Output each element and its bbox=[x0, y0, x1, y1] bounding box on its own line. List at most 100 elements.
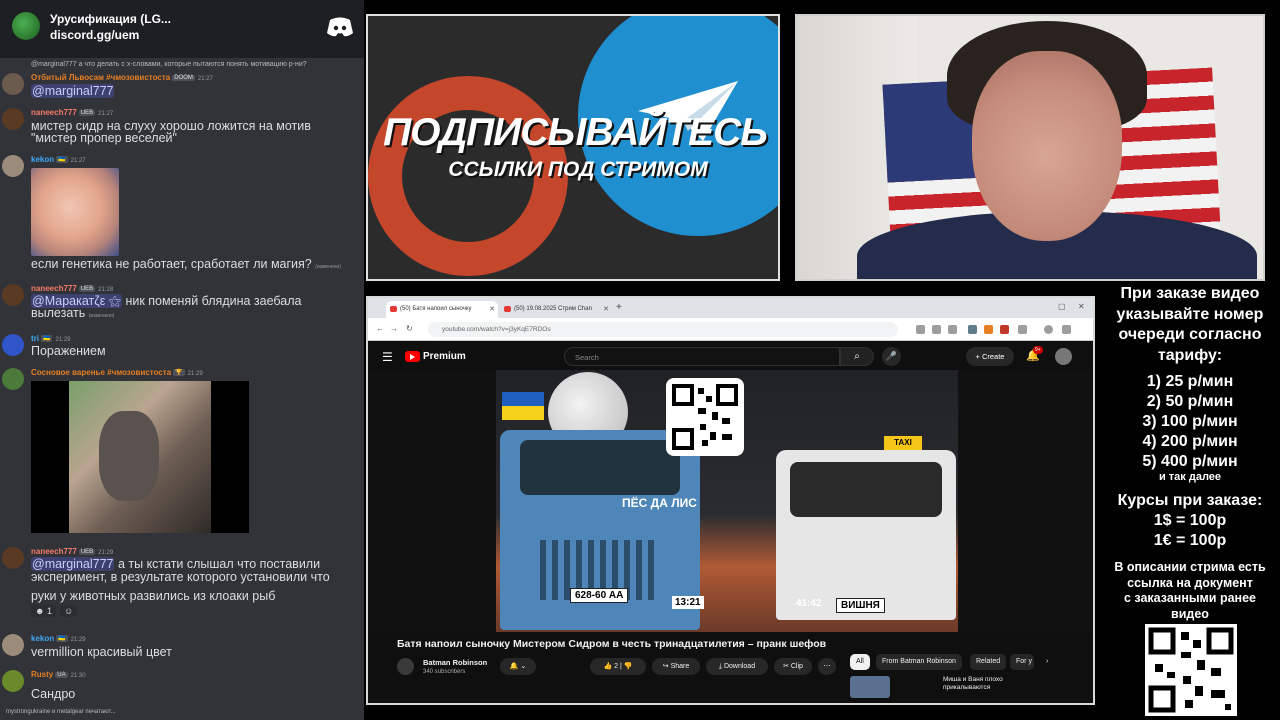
course-rate: 1€ = 100р bbox=[1153, 532, 1227, 549]
username[interactable]: Сосновое варенье #чмозовистоста bbox=[31, 368, 171, 377]
username[interactable]: naneech777 bbox=[31, 108, 77, 117]
add-reaction-button[interactable]: ☺ bbox=[60, 605, 78, 617]
avatar[interactable] bbox=[2, 284, 24, 306]
username[interactable]: Rusty bbox=[31, 670, 53, 679]
truck-sign: ПЁС ДА ЛИС bbox=[622, 496, 697, 510]
server-invite[interactable]: discord.gg/uem bbox=[50, 28, 139, 42]
recommended-thumbnail[interactable] bbox=[850, 676, 890, 698]
username[interactable]: tri bbox=[31, 334, 39, 343]
avatar[interactable] bbox=[2, 73, 24, 95]
price-tier: 3) 100 р/мин bbox=[1142, 413, 1238, 430]
message-text: эксперимент, в результате которого устан… bbox=[31, 570, 330, 584]
avatar[interactable] bbox=[2, 108, 24, 130]
role-badge: UEB bbox=[78, 285, 96, 292]
minimize-icon[interactable]: ▢ bbox=[1058, 302, 1066, 311]
account-avatar[interactable] bbox=[1055, 348, 1072, 365]
avatar[interactable] bbox=[2, 634, 24, 656]
price-list: При заказе видео указывайте номер очеред… bbox=[1100, 284, 1280, 584]
timestamp: 21:28 bbox=[98, 287, 114, 293]
video-frame: ПЁС ДА ЛИС 628-60 АА 13:21 TAXI 41:42 ВИ… bbox=[496, 370, 958, 632]
new-tab-button[interactable]: + bbox=[616, 302, 622, 313]
price-header-line: При заказе видео bbox=[1120, 285, 1260, 302]
channel-name[interactable]: Batman Robinson bbox=[423, 658, 487, 667]
close-tab-icon[interactable]: ✕ bbox=[489, 305, 495, 313]
attached-image-rat[interactable] bbox=[31, 381, 249, 533]
create-button[interactable]: + Create bbox=[966, 347, 1014, 366]
username[interactable]: naneech777 bbox=[31, 547, 77, 556]
extension-icon[interactable] bbox=[1000, 325, 1009, 334]
avatar[interactable] bbox=[2, 155, 24, 177]
chevron-right-icon[interactable]: › bbox=[1040, 654, 1054, 670]
role-badge: DOOM bbox=[172, 74, 195, 81]
extension-icon[interactable] bbox=[968, 325, 977, 334]
subscribed-bell-button[interactable]: 🔔 ⌄ bbox=[500, 658, 536, 675]
chip-all[interactable]: All bbox=[850, 654, 870, 670]
search-icon[interactable]: ⌕ bbox=[840, 347, 874, 366]
avatar[interactable] bbox=[2, 547, 24, 569]
role-badge: 🏆 bbox=[173, 369, 185, 377]
extension-icon[interactable] bbox=[984, 325, 993, 334]
timestamp: 21:27 bbox=[197, 76, 213, 82]
message-text: @marginal777 а ты кстати слышал что пост… bbox=[31, 557, 321, 571]
message-text: vermillion красивый цвет bbox=[31, 645, 172, 659]
timestamp: 21:29 bbox=[187, 371, 203, 377]
course-rate: 1$ = 100р bbox=[1153, 512, 1227, 529]
bookmark-star-icon[interactable] bbox=[948, 325, 957, 334]
close-window-icon[interactable]: ✕ bbox=[1078, 302, 1085, 311]
mention[interactable]: @marginal777 bbox=[31, 557, 115, 571]
download-button[interactable]: ⤓ Download bbox=[706, 658, 768, 675]
reload-icon[interactable]: ↻ bbox=[406, 324, 413, 333]
promo-title: ПОДПИСЫВАЙТЕСЬ bbox=[383, 111, 768, 154]
chip-related[interactable]: Related bbox=[970, 654, 1007, 670]
microphone-icon[interactable]: 🎤 bbox=[882, 347, 901, 366]
hamburger-menu-icon[interactable]: ☰ bbox=[382, 350, 393, 364]
promo-subtitle: ССЫЛКИ ПОД СТРИМОМ bbox=[448, 158, 708, 181]
channel-avatar[interactable] bbox=[397, 658, 414, 675]
reply-preview[interactable]: @marginal777 а что делать с х-словами, к… bbox=[31, 61, 307, 68]
avatar[interactable] bbox=[2, 368, 24, 390]
price-header-line: указывайте номер bbox=[1116, 305, 1264, 323]
share-button[interactable]: ↪ Share bbox=[652, 658, 700, 675]
username[interactable]: kekon bbox=[31, 155, 54, 164]
white-van bbox=[776, 450, 956, 620]
username[interactable]: kekon bbox=[31, 634, 54, 643]
message-text: вылезать (изменено) bbox=[31, 306, 115, 320]
zoom-icon[interactable] bbox=[932, 325, 941, 334]
recommended-title[interactable]: Миша и Ваня плохо прикалываются bbox=[943, 676, 1003, 692]
url-input[interactable]: youtube.com/watch?v=j3yKqE7RDOs bbox=[428, 322, 898, 337]
qr-code-icon bbox=[666, 378, 744, 456]
username[interactable]: naneech777 bbox=[31, 284, 77, 293]
browser-tab[interactable]: (50) 19.08.2025 Стрим Chan ✕ bbox=[500, 301, 612, 318]
avatar[interactable] bbox=[2, 334, 24, 356]
youtube-brand[interactable]: Premium bbox=[423, 351, 466, 362]
attached-image-baby[interactable] bbox=[31, 168, 119, 256]
subscriber-count: 340 subscribers bbox=[423, 669, 466, 675]
close-tab-icon[interactable]: ✕ bbox=[603, 305, 609, 313]
avatar[interactable] bbox=[2, 670, 24, 692]
timestamp: 21:27 bbox=[98, 111, 114, 117]
extensions-puzzle-icon[interactable] bbox=[1018, 325, 1027, 334]
clip-button[interactable]: ✂ Clip bbox=[774, 658, 812, 675]
timestamp: 21:27 bbox=[70, 158, 86, 164]
reaction-chip[interactable]: ☻ 1 bbox=[31, 605, 56, 617]
chip-from-channel[interactable]: From Batman Robinson bbox=[876, 654, 962, 670]
forward-icon[interactable]: → bbox=[390, 324, 398, 333]
like-dislike-button[interactable]: 👍 2 | 👎 bbox=[590, 658, 646, 675]
search-input[interactable]: Search bbox=[564, 347, 840, 366]
username[interactable]: Отбитый Львосам #чмозовистоста bbox=[31, 73, 170, 82]
extension-icon[interactable] bbox=[916, 325, 925, 334]
chip-for-you[interactable]: For y bbox=[1010, 654, 1034, 670]
video-title: Батя напоил сыночку Мистером Сидром в че… bbox=[397, 638, 827, 650]
price-tier: 1) 25 р/мин bbox=[1146, 373, 1234, 390]
profile-icon[interactable] bbox=[1044, 325, 1053, 334]
message-text: руки у животных развились из клоаки рыб bbox=[31, 589, 276, 603]
server-avatar bbox=[12, 12, 40, 40]
youtube-logo-icon[interactable] bbox=[405, 351, 420, 362]
license-plate: ВИШНЯ bbox=[836, 598, 885, 613]
back-icon[interactable]: ← bbox=[376, 324, 384, 333]
more-options-icon[interactable]: ⋯ bbox=[818, 658, 836, 675]
browser-tab-active[interactable]: (50) Батя напоил сыночку ✕ bbox=[386, 301, 498, 318]
menu-dots-icon[interactable] bbox=[1062, 325, 1071, 334]
video-player[interactable]: ПЁС ДА ЛИС 628-60 АА 13:21 TAXI 41:42 ВИ… bbox=[368, 370, 1093, 632]
typing-indicator: mystrongukraine и metalgear печатают... bbox=[6, 709, 116, 715]
